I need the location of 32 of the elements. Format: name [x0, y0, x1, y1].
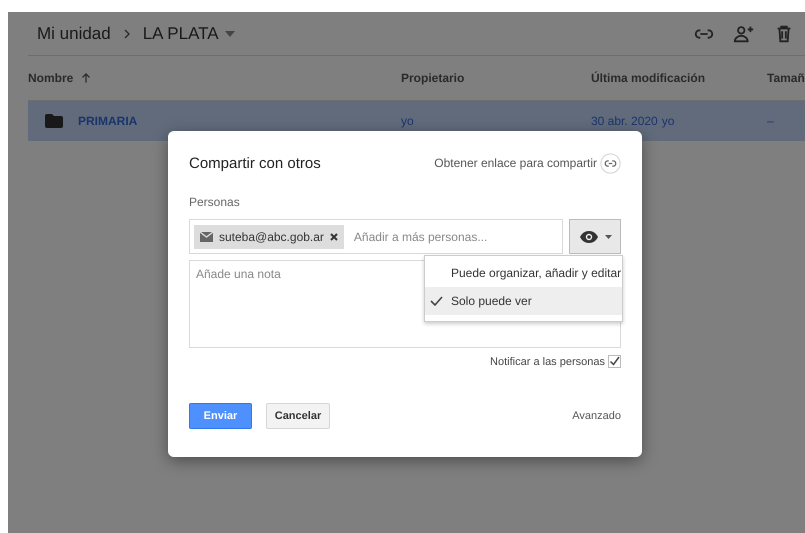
folder-title-menu[interactable]: LA PLATA	[142, 24, 235, 44]
dialog-title: Compartir con otros	[189, 154, 321, 172]
modified-by-text: yo	[662, 114, 674, 128]
permission-button[interactable]	[569, 219, 621, 254]
advanced-link[interactable]: Avanzado	[572, 410, 621, 422]
checkbox[interactable]	[608, 355, 621, 368]
check-icon	[430, 296, 443, 306]
caret-down-icon	[224, 30, 235, 36]
eye-icon	[578, 230, 598, 244]
menu-item[interactable]: Puede organizar, añadir y editar	[425, 259, 622, 287]
remove-icon[interactable]	[330, 232, 338, 240]
column-header[interactable]: Tamañ	[767, 71, 805, 85]
column-header[interactable]: Última modificación	[591, 71, 767, 85]
send-button[interactable]: Enviar	[189, 403, 252, 429]
size-text: –	[767, 114, 775, 128]
column-header[interactable]: Nombre	[28, 71, 74, 85]
email-chip[interactable]: suteba@abc.gob.ar	[194, 224, 344, 248]
date-text: 30 abr. 2020	[591, 114, 658, 128]
file-name: PRIMARIA	[78, 114, 138, 128]
breadcrumb-link[interactable]: Mi unidad	[37, 24, 111, 44]
checkbox-label: Notificar a las personas	[490, 356, 605, 368]
owner-text: yo	[401, 114, 415, 128]
envelope-icon	[200, 232, 213, 242]
caret-down-icon	[604, 234, 612, 238]
column-header[interactable]: Propietario	[401, 71, 591, 85]
folder-icon	[44, 113, 64, 129]
field-label: Personas	[189, 195, 241, 209]
cancel-button[interactable]: Cancelar	[266, 403, 330, 429]
menu-item[interactable]: Solo puede ver	[425, 287, 622, 315]
share-link[interactable]: Obtener enlace para compartir	[434, 156, 597, 170]
link-icon[interactable]	[600, 152, 621, 174]
people-input-field[interactable]: suteba@abc.gob.ar Añadir a más personas...	[189, 219, 563, 254]
